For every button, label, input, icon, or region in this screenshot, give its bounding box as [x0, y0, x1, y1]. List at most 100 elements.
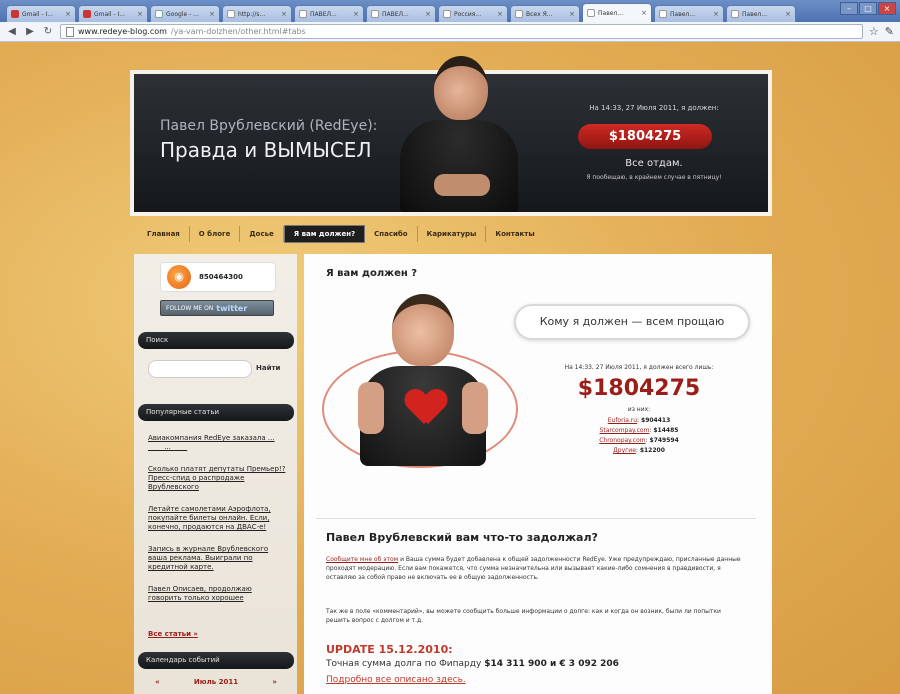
browser-tab[interactable]: Всех Я... ×	[510, 5, 580, 22]
close-tab-icon[interactable]: ×	[569, 10, 575, 18]
popular-article-link[interactable]: Летайте самолетами Аэрофлота, покупайте …	[148, 505, 286, 532]
calendar-next[interactable]: »	[272, 678, 277, 686]
header-subtitle: Павел Врублевский (RedEye):	[160, 118, 378, 134]
debt-source-link[interactable]: Euforia.ru	[608, 417, 637, 424]
debt-row: Starcompay.com: $14485	[599, 427, 679, 434]
menu-item[interactable]: Контакты	[486, 226, 543, 242]
popular-article-link[interactable]: Павел Описаев, продолжаю говорить только…	[148, 585, 286, 603]
main-content: Я вам должен ? Кому я должен — всем прощ…	[304, 254, 772, 694]
article-paragraph-2: Так же в поле «комментарий», вы можете с…	[326, 608, 721, 624]
page-icon	[371, 10, 379, 18]
menu-item[interactable]: Главная	[138, 226, 190, 242]
speech-bubble: Кому я должен — всем прощаю	[514, 304, 750, 340]
author-photo-head	[434, 56, 488, 120]
bookmark-star-icon[interactable]: ☆	[869, 25, 879, 38]
browser-tab-bar: Gmail - I... × Gmail - I... × Google - ... × h…	[0, 0, 900, 22]
close-tab-icon[interactable]: ×	[281, 10, 287, 18]
browser-tab[interactable]: Павел... ×	[654, 5, 724, 22]
window-controls: – □ ×	[840, 2, 896, 15]
debt-row: Другие: $12200	[613, 447, 665, 454]
close-tab-icon[interactable]: ×	[713, 10, 719, 18]
site-header: Павел Врублевский (RedEye): Правда и ВЫМ…	[130, 56, 772, 216]
browser-tab[interactable]: Gmail - I... ×	[78, 5, 148, 22]
address-bar[interactable]: www.redeye-blog.com/ya-vam-dolzhen/other…	[60, 24, 863, 39]
debt-value: $12200	[639, 447, 665, 454]
tab-label: Россия...	[454, 10, 482, 18]
twitter-follow-button[interactable]: FOLLOW ME ON twitter	[160, 300, 274, 316]
forward-icon[interactable]: ▶	[24, 26, 36, 37]
update-text-prefix: Точная сумма долга по Фипарду	[326, 659, 482, 669]
back-icon[interactable]: ◀	[6, 26, 18, 37]
close-tab-icon[interactable]: ×	[641, 9, 647, 17]
maximize-icon[interactable]: □	[859, 2, 877, 15]
search-input[interactable]	[148, 360, 252, 378]
popular-article-link[interactable]: Запись в журнале Врублевского ваша рекла…	[148, 545, 286, 572]
page-icon	[587, 9, 595, 17]
debt-source-link[interactable]: Chronopay.com	[599, 437, 645, 444]
browser-tab[interactable]: ПАВЕЛ... ×	[294, 5, 364, 22]
calendar-month[interactable]: Июль 2011	[194, 678, 238, 686]
wrench-icon[interactable]: ✎	[885, 25, 894, 38]
gmail-icon	[11, 10, 19, 18]
search-button[interactable]: Найти	[256, 364, 280, 372]
tab-label: Павел...	[670, 10, 695, 18]
rss-icon: ◉	[167, 265, 191, 289]
update-values: $14 311 900 и € 3 092 206	[484, 659, 619, 669]
close-tab-icon[interactable]: ×	[785, 10, 791, 18]
calendar-nav: « Июль 2011 »	[138, 678, 294, 686]
menu-item[interactable]: Спасибо	[365, 226, 418, 242]
menu-item[interactable]: Карикатуры	[418, 226, 487, 242]
menu-item[interactable]: Я вам должен?	[283, 225, 366, 243]
tab-label: Павел...	[598, 9, 623, 17]
debt-value: $904413	[641, 417, 671, 424]
browser-tab[interactable]: Россия... ×	[438, 5, 508, 22]
page-icon	[731, 10, 739, 18]
close-tab-icon[interactable]: ×	[209, 10, 215, 18]
popular-heading: Популярные статьи	[138, 404, 294, 421]
popular-article-link[interactable]: Aвиакомпания RedEye заказала ... ____ ..…	[148, 434, 286, 452]
menu-item[interactable]: О блоге	[190, 226, 241, 242]
close-tab-icon[interactable]: ×	[497, 10, 503, 18]
header-title[interactable]: Правда и ВЫМЫСЕЛ	[160, 138, 371, 162]
debt-row: Chronopay.com: $749594	[599, 437, 679, 444]
google-icon	[155, 10, 163, 18]
close-window-icon[interactable]: ×	[878, 2, 896, 15]
browser-tab[interactable]: Павел... ×	[582, 3, 652, 22]
browser-tab[interactable]: ПАВЕЛ... ×	[366, 5, 436, 22]
debt-of-label: из них:	[627, 406, 651, 413]
tab-label: Павел...	[742, 10, 767, 18]
twitter-label: FOLLOW ME ON	[166, 304, 214, 312]
search-heading: Поиск	[138, 332, 294, 349]
browser-tab[interactable]: Gmail - I... ×	[6, 5, 76, 22]
menu-item[interactable]: Досье	[240, 226, 284, 242]
heart-icon	[406, 390, 442, 426]
browser-toolbar: ◀ ▶ ↻ www.redeye-blog.com/ya-vam-dolzhen…	[0, 22, 900, 42]
browser-tab[interactable]: Павел... ×	[726, 5, 796, 22]
tab-label: Gmail - I...	[22, 10, 53, 18]
header-give-all: Все отдам.	[625, 158, 683, 169]
close-tab-icon[interactable]: ×	[137, 10, 143, 18]
page-icon	[443, 10, 451, 18]
report-debt-link[interactable]: Сообщите мне об этом	[326, 556, 398, 563]
update-details-link[interactable]: Подробно все описано здесь.	[326, 675, 466, 685]
photo-hand-left	[358, 382, 384, 434]
close-tab-icon[interactable]: ×	[65, 10, 71, 18]
rss-widget[interactable]: ◉ 850464300	[160, 262, 276, 292]
close-tab-icon[interactable]: ×	[353, 10, 359, 18]
minimize-icon[interactable]: –	[840, 2, 858, 15]
debt-source-link[interactable]: Starcompay.com	[600, 427, 650, 434]
popular-article-link[interactable]: Сколько платят депутаты Премьер!? Пресс-…	[148, 465, 286, 492]
page-icon	[66, 26, 74, 37]
article-title: Павел Врублевский вам что-то задолжал?	[326, 531, 598, 544]
calendar-prev[interactable]: «	[155, 678, 160, 686]
page-icon	[227, 10, 235, 18]
header-note: Я пообещаю, в крайнем случае в пятницу!	[586, 174, 722, 181]
browser-tab[interactable]: http://s... ×	[222, 5, 292, 22]
reload-icon[interactable]: ↻	[42, 26, 54, 37]
page-title: Я вам должен ?	[326, 268, 418, 279]
all-articles-link[interactable]: Все статьи »	[148, 630, 198, 638]
close-tab-icon[interactable]: ×	[425, 10, 431, 18]
tab-label: Gmail - I...	[94, 10, 125, 18]
debt-source-link[interactable]: Другие	[613, 447, 636, 454]
browser-tab[interactable]: Google - ... ×	[150, 5, 220, 22]
